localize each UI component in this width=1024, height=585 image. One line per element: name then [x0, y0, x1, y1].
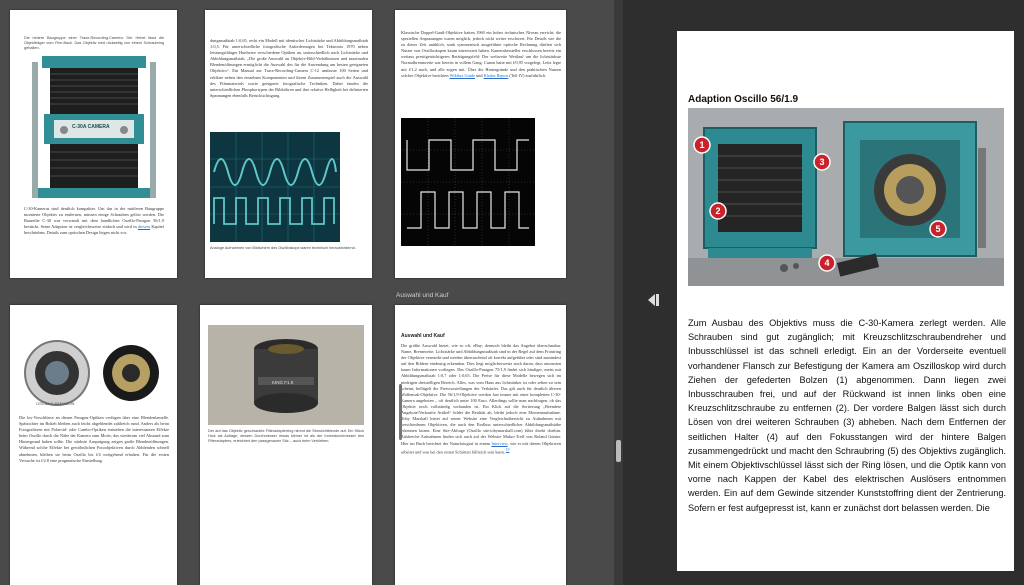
page-thumbnail[interactable]: Klassische Doppel-Gauß-Objektive hatten … — [395, 10, 566, 278]
thumb-text: C-30-Kameras sind deutlich kompakter. Um… — [24, 206, 164, 236]
marker-5: 5 — [929, 220, 947, 238]
page-grid: Die hintere Baugruppe einer Trace-Record… — [0, 0, 623, 585]
page-title: Adaption Oscillo 56/1.9 — [688, 94, 799, 105]
thumb-link[interactable]: Interview — [491, 441, 507, 446]
lens-photo — [24, 340, 159, 406]
page-thumbnail[interactable]: KING F1.9 Der auf das Objektiv geschraub… — [200, 305, 372, 585]
oscilloscope-photo — [210, 132, 340, 242]
page-body-text: Zum Ausbau des Objektivs muss die C-30-K… — [688, 318, 1006, 513]
lens-label: KING F1.9 — [272, 380, 294, 385]
thumb-caption: Der auf das Objektiv geschraubte Filtera… — [208, 429, 364, 444]
page-thumbnail[interactable]: Die hintere Baugruppe einer Trace-Record… — [10, 10, 177, 278]
reader-page: Adaption Oscillo 56/1.9 1 2 3 4 5 Zum Au… — [677, 31, 1014, 571]
previous-page-icon[interactable] — [648, 294, 655, 306]
thumb-text: Klassische Doppel-Gauß-Objektive hatten … — [401, 30, 561, 78]
thumb-heading: Auswahl und Kauf — [401, 333, 445, 339]
svg-text:5: 5 — [935, 224, 940, 234]
thumb-caption: Die hintere Baugruppe einer Trace-Record… — [24, 36, 164, 51]
thumb-caption: Analoge Aufnahmen von Bildschirm des Osz… — [210, 246, 356, 250]
svg-text:2: 2 — [715, 206, 720, 216]
page-thumbnail[interactable]: dungsmaßstab 1:0,65, recht ein Modell mi… — [205, 10, 372, 278]
section-label: Auswahl und Kauf — [396, 292, 449, 299]
marker-3: 3 — [813, 153, 831, 171]
disassembly-photo: 1 2 3 4 5 — [688, 108, 1004, 286]
thumb-link[interactable]: diesem — [138, 224, 150, 229]
thumb-text: Die größte Auswahl bietet, wie so oft, e… — [401, 343, 561, 455]
thumb-text: Die los-Verschlüsse an diesen Paragon-Op… — [19, 415, 169, 463]
page-thumbnail[interactable]: OSCILLO-PARAGON Die los-Verschlüsse an d… — [10, 305, 177, 585]
page-thumbnail[interactable]: Auswahl und Kauf Die größte Auswahl biet… — [395, 305, 566, 585]
lens-photo — [208, 325, 364, 425]
thumb-link[interactable]: Wikilux Guide — [450, 73, 476, 78]
lens-label: OSCILLO-PARAGON — [36, 401, 75, 406]
camera-label: C-30A CAMERA — [72, 124, 110, 130]
marker-4: 4 — [818, 254, 836, 272]
previous-page-icon-bar[interactable] — [656, 294, 659, 306]
thumb-text: dungsmaßstab 1:0,65, recht ein Modell mi… — [210, 38, 368, 98]
thumb-link[interactable]: Khalas Report — [484, 73, 509, 78]
grid-scrollbar-thumb[interactable] — [616, 440, 621, 462]
svg-text:4: 4 — [824, 258, 829, 268]
svg-text:3: 3 — [819, 157, 824, 167]
column-scrollbar[interactable] — [399, 384, 402, 440]
marker-1: 1 — [693, 136, 711, 154]
oscilloscope-photo — [401, 118, 535, 246]
marker-2: 2 — [709, 202, 727, 220]
footnote-link[interactable]: 19 — [506, 448, 510, 452]
grid-scrollbar[interactable] — [614, 0, 623, 585]
svg-text:1: 1 — [699, 140, 704, 150]
